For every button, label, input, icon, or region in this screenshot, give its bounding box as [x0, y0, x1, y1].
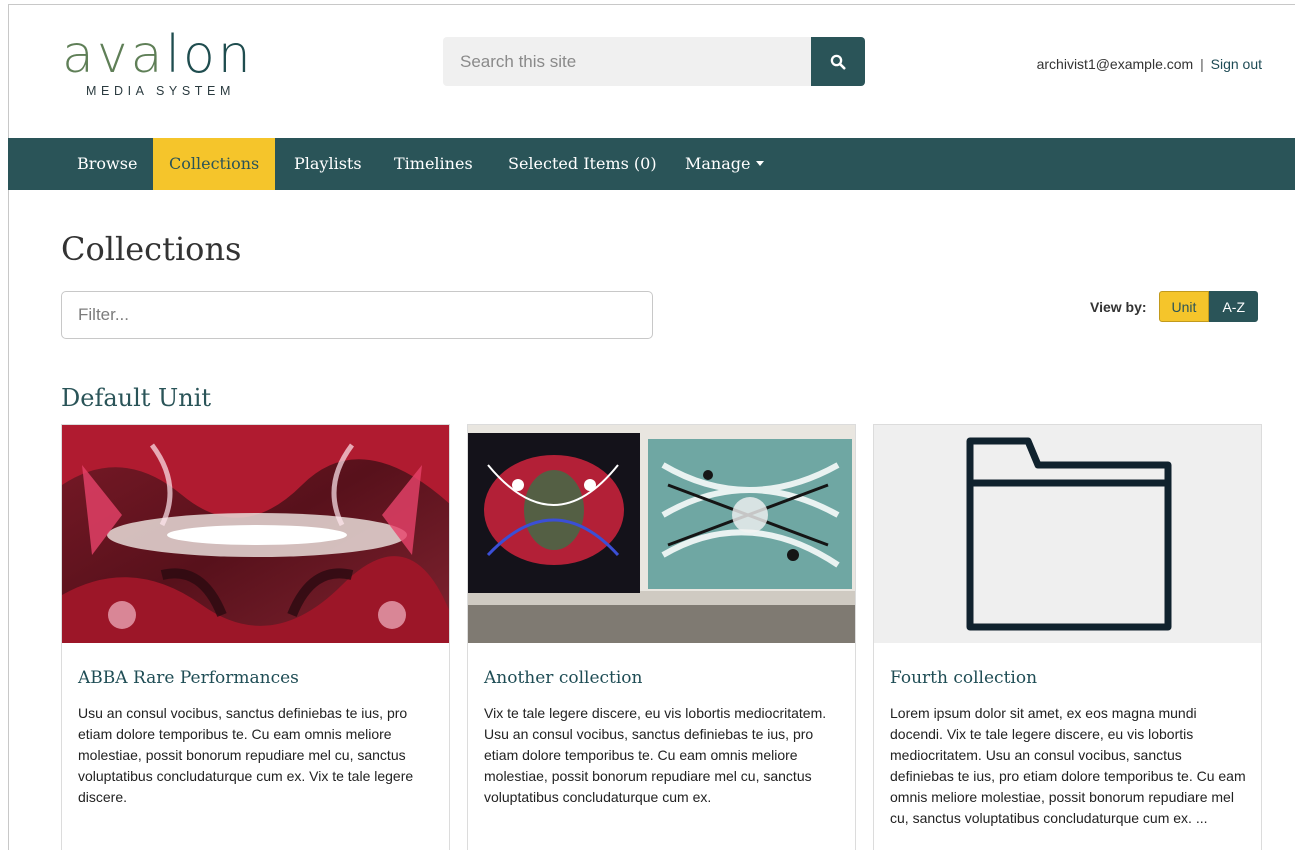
collection-title[interactable]: Fourth collection — [890, 668, 1037, 688]
collection-thumbnail[interactable] — [62, 425, 449, 643]
collection-title[interactable]: ABBA Rare Performances — [78, 668, 299, 688]
user-email: archivist1@example.com — [1036, 56, 1194, 72]
user-bar: archivist1@example.com | Sign out — [1037, 56, 1262, 72]
paintings-photo-image — [468, 425, 855, 643]
chevron-down-icon — [756, 161, 765, 166]
avalon-logo[interactable]: avalon MEDIA SYSTEM — [62, 28, 282, 108]
abstract-painting-image — [62, 425, 449, 643]
view-by-label: View by: — [1089, 298, 1147, 315]
collection-thumbnail[interactable] — [874, 425, 1261, 643]
nav-manage[interactable]: Manage — [669, 138, 780, 190]
page-title: Collections — [61, 230, 242, 268]
unit-heading: Default Unit — [61, 384, 212, 412]
nav-collections[interactable]: Collections — [153, 138, 276, 190]
search-input[interactable] — [443, 37, 811, 86]
view-by-az-button[interactable]: A-Z — [1209, 291, 1258, 322]
collection-thumbnail[interactable] — [468, 425, 855, 643]
site-search — [443, 37, 865, 86]
collection-description: Lorem ipsum dolor sit amet, ex eos magna… — [890, 705, 1246, 826]
nav-manage-label: Manage — [685, 154, 751, 173]
search-icon — [830, 54, 846, 69]
collection-card: Fourth collection Lorem ipsum dolor sit … — [873, 424, 1262, 850]
sign-out-link[interactable]: Sign out — [1211, 56, 1262, 72]
folder-icon — [966, 437, 1172, 631]
view-by-toggle: View by: Unit A-Z — [1090, 291, 1258, 322]
logo-wordmark: avalon — [62, 25, 254, 85]
nav-browse[interactable]: Browse — [61, 138, 153, 190]
user-bar-separator: | — [1200, 56, 1204, 72]
filter-input[interactable] — [61, 291, 653, 339]
collection-description: Vix te tale legere discere, eu vis lobor… — [484, 705, 827, 805]
logo-subtitle: MEDIA SYSTEM — [86, 84, 235, 98]
search-button[interactable] — [811, 37, 865, 86]
nav-timelines[interactable]: Timelines — [378, 138, 489, 190]
nav-selected-items[interactable]: Selected Items (0) — [492, 138, 673, 190]
view-by-unit-button[interactable]: Unit — [1158, 291, 1210, 322]
collection-description: Usu an consul vocibus, sanctus definieba… — [78, 705, 414, 805]
collection-title[interactable]: Another collection — [484, 668, 643, 688]
collection-card: ABBA Rare Performances Usu an consul voc… — [61, 424, 450, 850]
nav-playlists[interactable]: Playlists — [278, 138, 378, 190]
main-nav: Browse Collections Playlists Timelines S… — [8, 138, 1295, 190]
collection-card: Another collection Vix te tale legere di… — [467, 424, 856, 850]
